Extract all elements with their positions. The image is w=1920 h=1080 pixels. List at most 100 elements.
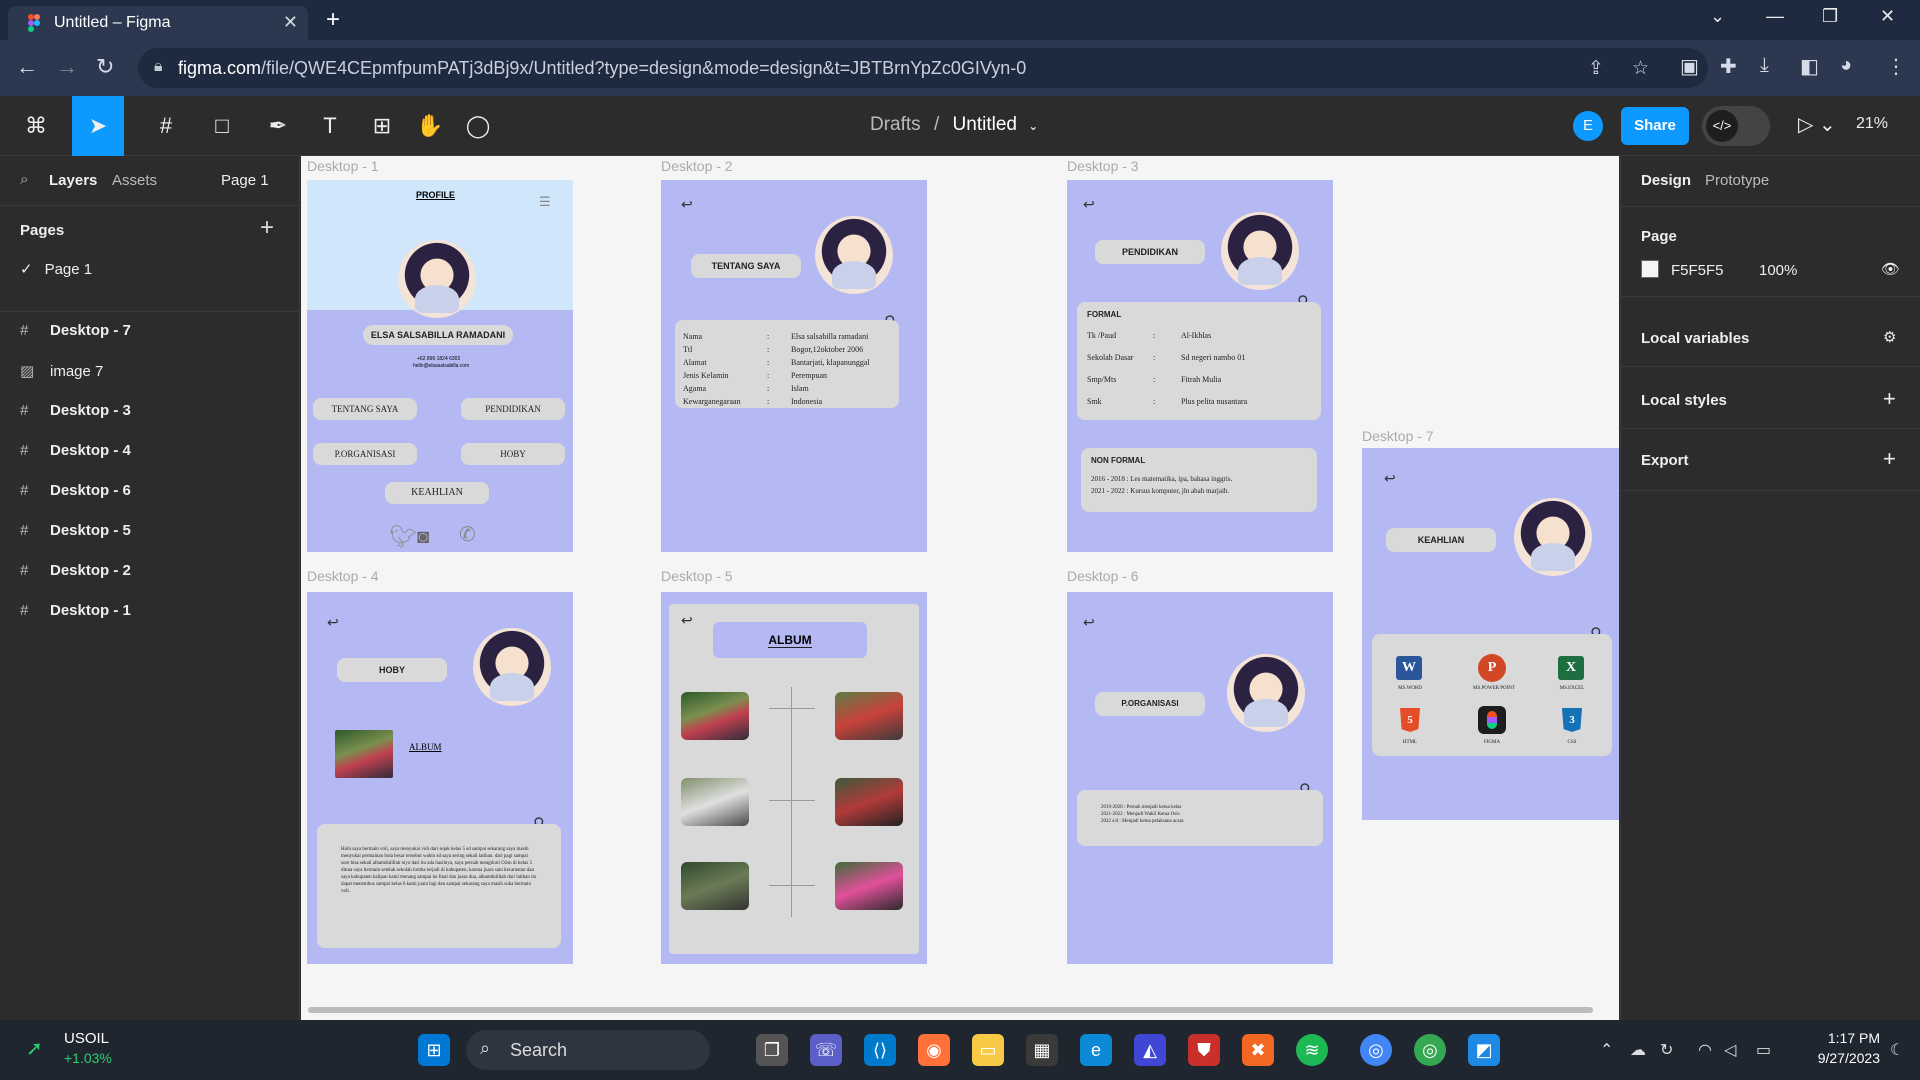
back-icon[interactable]: ← [16, 54, 38, 80]
album-photo[interactable] [681, 692, 749, 740]
teams-icon[interactable]: ☏ [810, 1034, 842, 1066]
variables-icon[interactable]: ⚙ [1883, 328, 1896, 346]
store-icon[interactable]: ▦ [1026, 1034, 1058, 1066]
download-icon[interactable]: ⤓ [1760, 54, 1769, 77]
tray-chevron-icon[interactable]: ⌃ [1600, 1040, 1613, 1060]
zoom-level[interactable]: 21% [1856, 115, 1888, 133]
album-photo[interactable] [835, 862, 903, 910]
page-selector[interactable]: Page 1 [221, 172, 269, 189]
frame-label[interactable]: Desktop - 2 [661, 158, 733, 174]
menu-icon[interactable]: ⋮ [1886, 54, 1906, 79]
design-canvas[interactable]: Desktop - 1 PROFILE ☰ ELSA SALSABILLA RA… [301, 156, 1619, 1020]
layer-item[interactable]: # Desktop - 2 [20, 562, 131, 586]
share-page-icon[interactable]: ⇪ [1588, 57, 1604, 80]
back-arrow-icon[interactable]: ↩ [1083, 196, 1095, 213]
start-icon[interactable]: ⊞ [418, 1034, 450, 1066]
frame-label[interactable]: Desktop - 3 [1067, 158, 1139, 174]
instagram-icon[interactable]: ◙ [417, 526, 429, 549]
layer-item[interactable]: # Desktop - 7 [20, 322, 131, 346]
shape-tool-icon[interactable]: □ [196, 96, 248, 156]
page-item[interactable]: ✓ Page 1 [20, 260, 92, 278]
file-explorer-icon[interactable]: ▭ [972, 1034, 1004, 1066]
clock-date[interactable]: 9/27/2023 [1790, 1050, 1880, 1066]
forward-icon[interactable]: → [56, 54, 78, 80]
sidebar-icon[interactable]: ◧ [1800, 54, 1819, 79]
main-menu-icon[interactable]: ⌘ [10, 96, 62, 156]
notification-icon[interactable]: ☾ [1890, 1040, 1904, 1060]
album-photo[interactable] [835, 778, 903, 826]
dev-mode-toggle[interactable]: </> [1702, 106, 1770, 146]
twitter-icon[interactable]: 🐦︎ [389, 524, 417, 550]
move-tool-icon[interactable]: ➤ [72, 96, 124, 156]
back-arrow-icon[interactable]: ↩ [1384, 470, 1396, 487]
horizontal-scrollbar[interactable] [308, 1007, 1593, 1013]
clock-time[interactable]: 1:17 PM [1806, 1030, 1880, 1046]
layer-item[interactable]: # Desktop - 6 [20, 482, 131, 506]
page-color-value[interactable]: F5F5F5 [1671, 262, 1724, 279]
back-arrow-icon[interactable]: ↩ [681, 612, 693, 629]
url-field[interactable]: 🔒︎ figma.com/file/QWE4CEpmfpumPATj3dBj9x… [138, 48, 1708, 88]
frame-desktop-6[interactable]: ↩ P.ORGANISASI ⚲ 2019-2020 : Pernah menj… [1067, 592, 1333, 964]
album-photo[interactable] [681, 778, 749, 826]
tab-prototype[interactable]: Prototype [1705, 172, 1769, 189]
bookmark-star-icon[interactable]: ☆ [1632, 57, 1649, 80]
tab-layers[interactable]: Layers [49, 172, 97, 189]
hand-tool-icon[interactable]: ✋ [404, 96, 456, 156]
reload-icon[interactable]: ↻ [96, 54, 114, 80]
back-arrow-icon[interactable]: ↩ [681, 196, 693, 213]
album-photo[interactable] [681, 862, 749, 910]
photos-icon[interactable]: ◩ [1468, 1034, 1500, 1066]
search-icon[interactable]: ⌕ [20, 171, 28, 188]
file-name[interactable]: Untitled [953, 114, 1017, 135]
whatsapp-icon[interactable]: ✆ [459, 522, 476, 547]
security-app-icon[interactable]: ⛊ [1188, 1034, 1220, 1066]
frame-desktop-5[interactable]: ↩ ALBUM [661, 592, 927, 964]
onedrive-icon[interactable]: ☁ [1630, 1040, 1646, 1060]
add-page-icon[interactable]: + [260, 214, 274, 242]
keahlian-button[interactable]: KEAHLIAN [385, 482, 489, 504]
layer-item[interactable]: # Desktop - 1 [20, 602, 131, 626]
comment-tool-icon[interactable]: ◯ [452, 96, 504, 156]
wifi-icon[interactable]: ◠ [1698, 1040, 1712, 1060]
share-button[interactable]: Share [1621, 107, 1689, 145]
page-opacity[interactable]: 100% [1759, 262, 1797, 279]
close-tab-icon[interactable]: ✕ [283, 12, 298, 33]
frame-label[interactable]: Desktop - 7 [1362, 428, 1434, 444]
edge-icon[interactable]: e [1080, 1034, 1112, 1066]
app-icon[interactable]: ◭ [1134, 1034, 1166, 1066]
local-styles[interactable]: Local styles [1641, 392, 1727, 409]
add-style-icon[interactable]: + [1883, 386, 1896, 412]
user-avatar[interactable]: E [1573, 111, 1603, 141]
spotify-icon[interactable]: ≋ [1296, 1034, 1328, 1066]
frame-desktop-7[interactable]: ↩ KEAHLIAN ⚲ W MS.WORD P MS.POWER POINT … [1362, 448, 1619, 820]
export-label[interactable]: Export [1641, 452, 1689, 469]
sync-icon[interactable]: ↻ [1660, 1040, 1673, 1060]
restore-icon[interactable]: ❐ [1822, 6, 1838, 27]
tab-search-icon[interactable]: ⌄ [1710, 6, 1725, 27]
pen-tool-icon[interactable]: ✒ [252, 96, 304, 156]
album-link[interactable]: ALBUM [409, 742, 442, 752]
layer-item[interactable]: # Desktop - 5 [20, 522, 131, 546]
tab-design[interactable]: Design [1641, 172, 1691, 189]
chrome-icon[interactable]: ◎ [1360, 1034, 1392, 1066]
layer-item[interactable]: # Desktop - 3 [20, 402, 131, 426]
vscode-icon[interactable]: ⟨⟩ [864, 1034, 896, 1066]
browser-tab[interactable]: Untitled – Figma ✕ [8, 6, 308, 40]
new-tab-icon[interactable]: + [326, 6, 340, 34]
album-photo[interactable] [835, 692, 903, 740]
present-play-icon[interactable]: ▷ ⌄ [1798, 112, 1836, 137]
frame-desktop-3[interactable]: ↩ PENDIDIKAN ⚲ FORMAL Tk /Paud:Al-Ikhlas… [1067, 180, 1333, 552]
frame-label[interactable]: Desktop - 6 [1067, 568, 1139, 584]
tentang-saya-button[interactable]: TENTANG SAYA [313, 398, 417, 420]
close-window-icon[interactable]: ✕ [1880, 6, 1895, 27]
frame-desktop-4[interactable]: ↩ HOBY ALBUM ⚲ Hobi saya bermain voli, s… [307, 592, 573, 964]
local-variables[interactable]: Local variables [1641, 330, 1749, 347]
frame-tool-icon[interactable]: # [140, 96, 192, 156]
hoby-button[interactable]: HOBY [461, 443, 565, 465]
chrome-profile-icon[interactable]: ◎ [1414, 1034, 1446, 1066]
frame-label[interactable]: Desktop - 4 [307, 568, 379, 584]
hamburger-icon[interactable]: ☰ [539, 194, 551, 210]
profile-avatar-icon[interactable]: ◕ [1840, 54, 1852, 77]
task-view-icon[interactable]: ❐ [756, 1034, 788, 1066]
layer-item[interactable]: # Desktop - 4 [20, 442, 131, 466]
